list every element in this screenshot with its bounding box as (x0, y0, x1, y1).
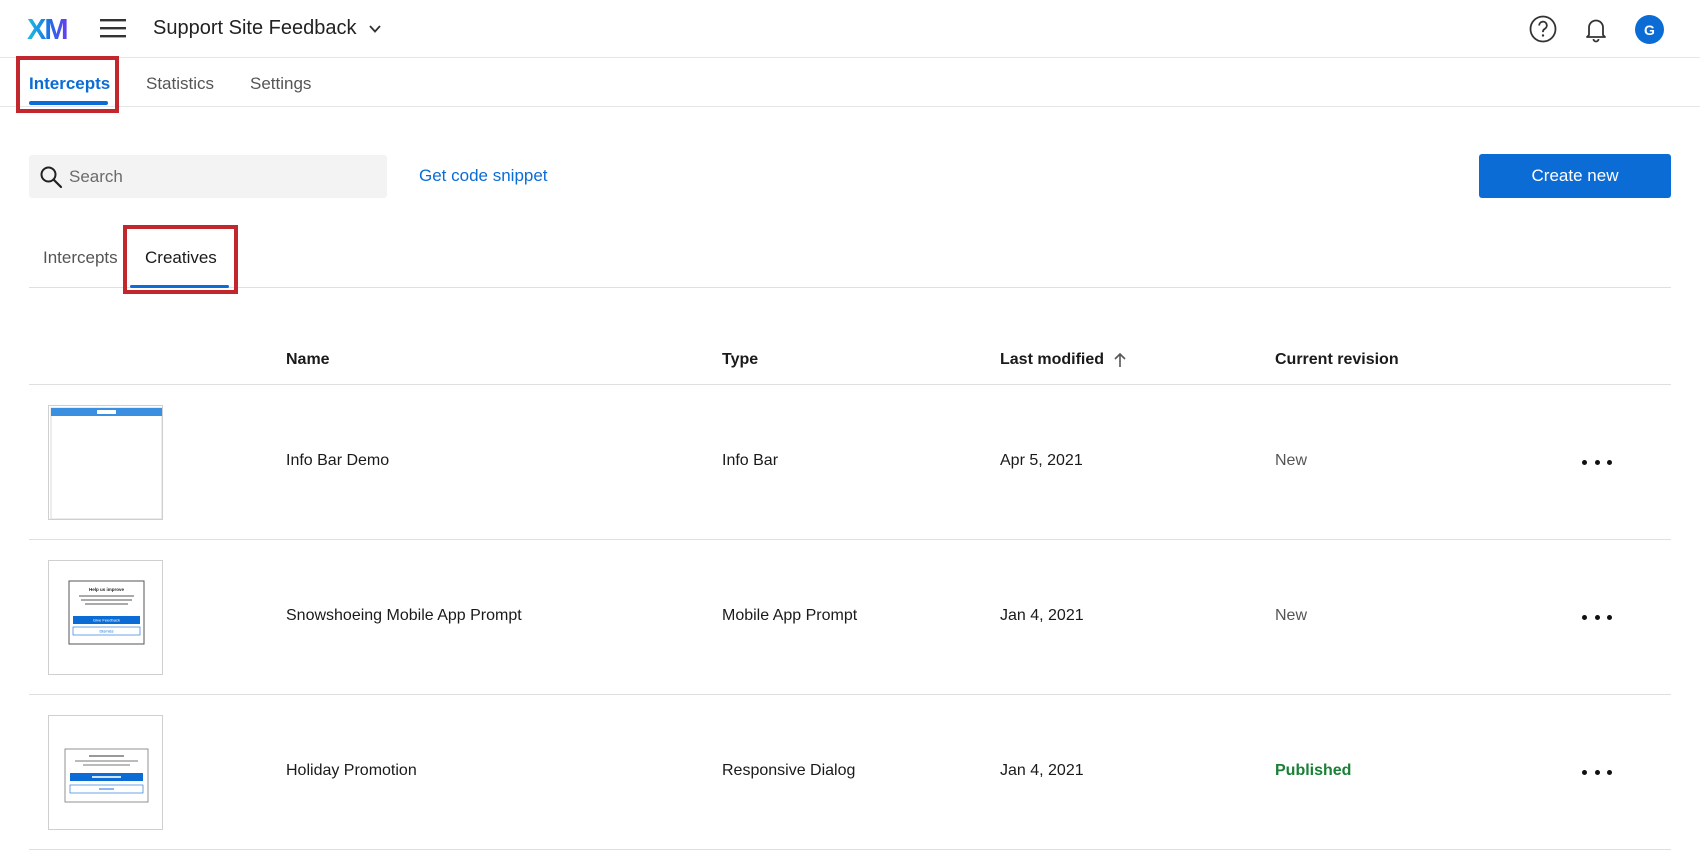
dot (1594, 614, 1600, 620)
notifications-bell-icon[interactable] (1581, 14, 1611, 44)
project-title: Support Site Feedback (153, 17, 357, 39)
top-nav: Intercepts Statistics Settings (0, 58, 1700, 107)
xm-logo[interactable]: XM (27, 11, 75, 47)
dot (1607, 614, 1612, 620)
info-bar-preview (50, 407, 162, 519)
tab-statistics[interactable]: Statistics (146, 74, 214, 94)
dot (1582, 769, 1587, 775)
revision-status: New (1275, 452, 1308, 469)
table-row[interactable]: Holiday Promotion Responsive Dialog Jan … (29, 695, 1671, 850)
sort-ascending-arrow-icon[interactable] (1112, 352, 1128, 368)
table-row[interactable]: Info Bar Demo Info Bar Apr 5, 2021 New (29, 385, 1671, 540)
last-modified-date: Jan 4, 2021 (1000, 607, 1084, 624)
create-new-button[interactable]: Create new (1479, 154, 1671, 198)
creative-thumbnail[interactable] (48, 715, 163, 830)
column-header-name[interactable]: Name (286, 351, 330, 369)
creatives-table: Name Type Last modified Current revision… (29, 340, 1671, 850)
more-options-button[interactable] (1582, 455, 1612, 469)
last-modified-date: Apr 5, 2021 (1000, 452, 1083, 469)
mobile-prompt-preview: Help us improve Give Feedback Dismiss (68, 580, 145, 645)
creative-type: Info Bar (722, 452, 779, 469)
prompt-title: Help us improve (89, 587, 125, 592)
project-selector[interactable]: Support Site Feedback (153, 17, 382, 40)
creative-thumbnail[interactable]: Help us improve Give Feedback Dismiss (48, 560, 163, 675)
dot (1594, 769, 1600, 775)
hamburger-menu-icon[interactable] (100, 17, 126, 39)
dot (1607, 459, 1612, 465)
help-icon[interactable] (1528, 14, 1558, 44)
prompt-button: Give Feedback (93, 618, 120, 623)
prompt-secondary: Dismiss (100, 629, 114, 634)
responsive-dialog-preview (64, 748, 149, 803)
tab-settings[interactable]: Settings (250, 74, 311, 94)
search-input[interactable] (69, 166, 369, 187)
creative-name[interactable]: Holiday Promotion (286, 762, 417, 780)
column-header-type[interactable]: Type (722, 351, 758, 369)
revision-status-published: Published (1275, 762, 1352, 779)
column-header-current-revision[interactable]: Current revision (1275, 351, 1399, 369)
user-avatar[interactable]: G (1635, 15, 1664, 44)
column-header-last-modified[interactable]: Last modified (1000, 351, 1128, 369)
app-header: XM Support Site Feedback G (0, 0, 1700, 58)
highlight-intercepts-tab (16, 56, 119, 113)
last-modified-date: Jan 4, 2021 (1000, 762, 1084, 779)
search-icon (40, 166, 63, 188)
dot (1582, 614, 1587, 620)
sub-tabs: Intercepts Creatives (29, 226, 1671, 288)
table-row[interactable]: Help us improve Give Feedback Dismiss Sn… (29, 540, 1671, 695)
creative-name[interactable]: Info Bar Demo (286, 452, 389, 470)
revision-status: New (1275, 607, 1308, 624)
dot (1582, 459, 1587, 465)
more-options-button[interactable] (1582, 765, 1612, 779)
creative-name[interactable]: Snowshoeing Mobile App Prompt (286, 607, 522, 625)
dot (1607, 769, 1612, 775)
creative-type: Mobile App Prompt (722, 607, 858, 624)
logo-text: XM (27, 14, 67, 46)
subtab-intercepts[interactable]: Intercepts (43, 248, 118, 268)
creative-type: Responsive Dialog (722, 762, 856, 779)
dot (1594, 459, 1600, 465)
creative-thumbnail[interactable] (48, 405, 163, 520)
table-header: Name Type Last modified Current revision (29, 340, 1671, 385)
search-box (29, 155, 387, 198)
more-options-button[interactable] (1582, 610, 1612, 624)
chevron-down-icon (369, 24, 382, 33)
highlight-creatives-tab (123, 225, 238, 294)
get-code-snippet-link[interactable]: Get code snippet (419, 166, 548, 186)
